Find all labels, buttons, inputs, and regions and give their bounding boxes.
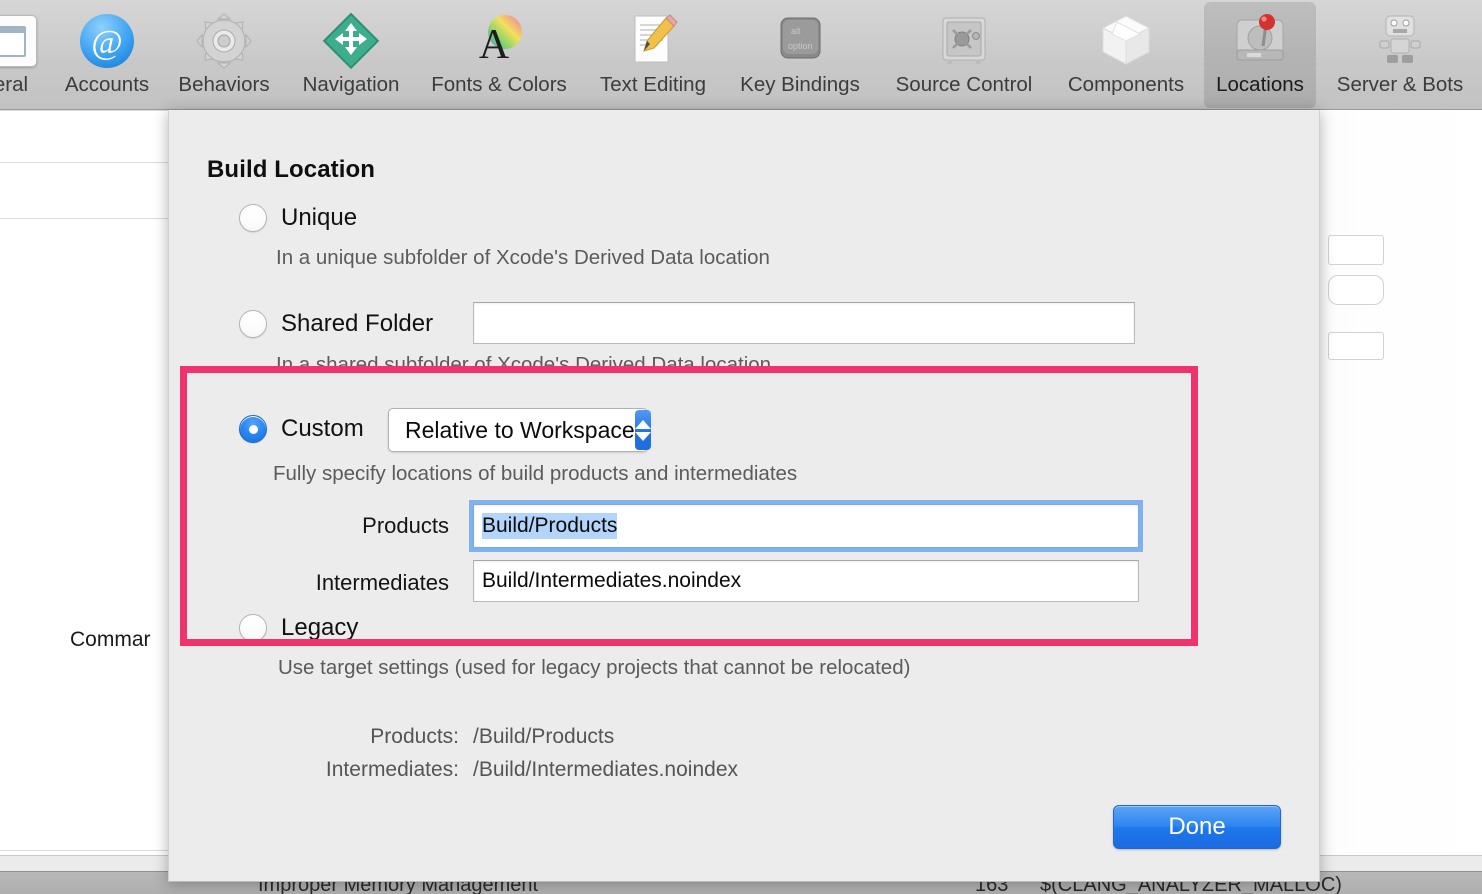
source-control-safe-icon [931, 8, 997, 74]
preferences-toolbar: eral @ Accounts [0, 0, 1482, 110]
intermediates-path-input[interactable]: Build/Intermediates.noindex [473, 560, 1139, 602]
toolbar-item-label: Behaviors [178, 73, 270, 96]
locations-hard-drive-pin-icon [1227, 8, 1293, 74]
toolbar-item-label: Accounts [64, 73, 150, 96]
chevron-up-down-icon[interactable] [634, 410, 651, 450]
toolbar-item-accounts[interactable]: @ Accounts [48, 2, 166, 108]
toolbar-item-label: Navigation [302, 73, 400, 96]
description-unique: In a unique subfolder of Xcode's Derived… [276, 246, 770, 269]
gear-icon [191, 8, 257, 74]
toolbar-item-locations[interactable]: Locations [1204, 2, 1316, 108]
background-field [1328, 332, 1384, 360]
description-custom: Fully specify locations of build product… [273, 462, 798, 485]
done-button[interactable]: Done [1113, 805, 1281, 849]
products-field-label: Products [362, 513, 449, 538]
radio-label-legacy: Legacy [281, 614, 359, 641]
server-bots-robot-icon [1367, 8, 1433, 74]
svg-text:alt: alt [791, 26, 801, 36]
description-legacy: Use target settings (used for legacy pro… [278, 656, 911, 679]
background-field [1328, 235, 1384, 265]
toolbar-item-label: Source Control [895, 73, 1033, 96]
toolbar-item-label: Locations [1216, 73, 1304, 96]
navigation-arrows-diamond-icon [318, 8, 384, 74]
description-shared-folder: In a shared subfolder of Xcode's Derived… [276, 353, 772, 376]
radio-button-legacy[interactable] [239, 614, 267, 642]
products-path-input[interactable]: Build/Products [469, 500, 1143, 552]
components-box-icon [1093, 8, 1159, 74]
toolbar-item-label: Key Bindings [740, 73, 860, 96]
toolbar-item-fonts-colors[interactable]: A Fonts & Colors [420, 2, 578, 108]
toolbar-item-source-control[interactable]: Source Control [880, 2, 1048, 108]
summary-products-value: /Build/Products [473, 725, 615, 748]
general-icon [0, 8, 44, 74]
radio-button-shared-folder[interactable] [239, 310, 267, 338]
intermediates-path-value: Build/Intermediates.noindex [482, 569, 742, 592]
toolbar-item-label: eral [0, 73, 29, 96]
toolbar-item-text-editing[interactable]: Text Editing [582, 2, 724, 108]
build-location-sheet: Build Location Unique In a unique subfol… [168, 110, 1320, 882]
products-path-value: Build/Products [482, 513, 618, 539]
toolbar-item-server-bots[interactable]: Server & Bots [1318, 2, 1482, 108]
radio-option-legacy[interactable]: Legacy [239, 614, 358, 642]
toolbar-item-components[interactable]: Components [1048, 2, 1204, 108]
radio-label-unique: Unique [281, 204, 358, 231]
toolbar-item-label: Server & Bots [1336, 73, 1464, 96]
background-field [1328, 275, 1384, 305]
text-editing-pencil-icon [620, 8, 686, 74]
page-title: Build Location [207, 156, 376, 183]
custom-location-dropdown[interactable]: Relative to Workspace [388, 408, 651, 452]
svg-text:A: A [479, 22, 510, 68]
svg-text:option: option [788, 41, 813, 51]
fonts-colors-icon: A [466, 8, 532, 74]
toolbar-item-behaviors[interactable]: Behaviors [165, 2, 283, 108]
radio-button-custom[interactable] [239, 415, 267, 443]
radio-option-shared-folder[interactable]: Shared Folder [239, 310, 433, 338]
chevron-down-icon [634, 431, 651, 441]
summary-intermediates-label: Intermediates: [325, 758, 459, 781]
toolbar-item-key-bindings[interactable]: alt option Key Bindings [724, 2, 876, 108]
radio-option-custom[interactable]: Custom [239, 415, 364, 443]
summary-products-label: Products: [370, 725, 459, 748]
background-command-label: Commar [70, 628, 151, 651]
toolbar-item-label: Text Editing [600, 73, 706, 96]
toolbar-item-label: Components [1067, 73, 1185, 96]
toolbar-item-label: Fonts & Colors [431, 73, 567, 96]
toolbar-item-navigation[interactable]: Navigation [285, 2, 417, 108]
chevron-up-icon [634, 419, 651, 429]
background-right-pane [1320, 110, 1482, 894]
svg-text:@: @ [91, 24, 122, 61]
key-bindings-option-key-icon: alt option [767, 8, 833, 74]
intermediates-field-label: Intermediates [315, 570, 449, 595]
radio-button-unique[interactable] [239, 204, 267, 232]
custom-location-dropdown-value: Relative to Workspace [405, 416, 635, 443]
radio-label-shared-folder: Shared Folder [281, 310, 434, 337]
summary-intermediates-value: /Build/Intermediates.noindex [473, 758, 738, 781]
shared-folder-path-input[interactable] [473, 302, 1135, 344]
accounts-at-sign-icon: @ [74, 8, 140, 74]
radio-label-custom: Custom [281, 415, 364, 442]
radio-option-unique[interactable]: Unique [239, 204, 357, 232]
